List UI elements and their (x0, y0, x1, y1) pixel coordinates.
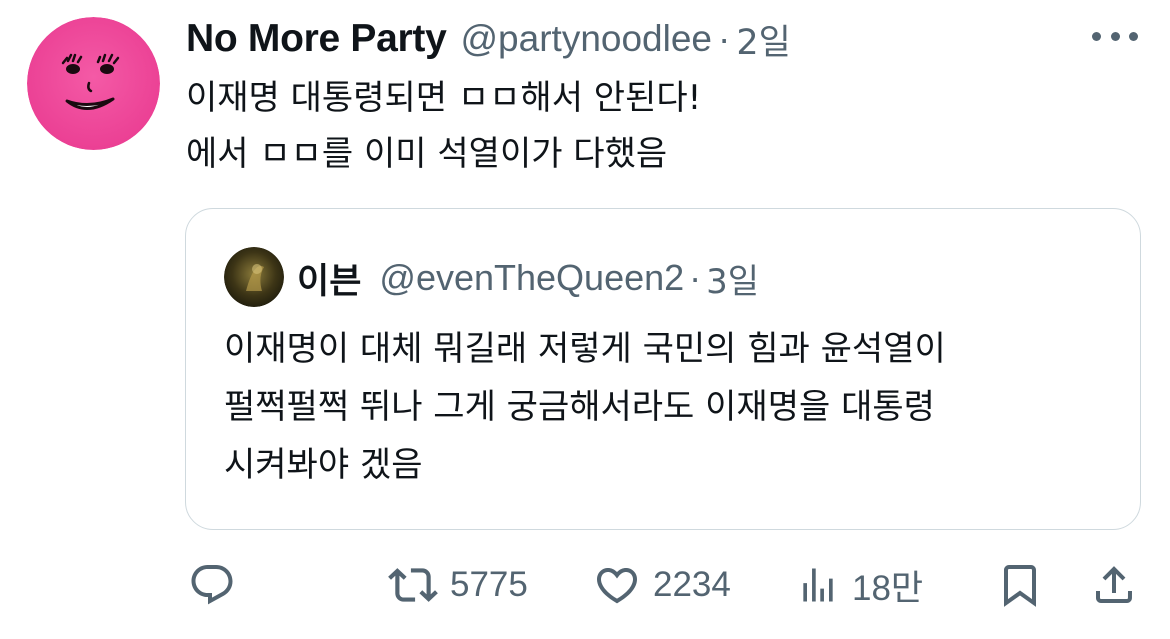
share-button[interactable] (1090, 555, 1138, 615)
author-avatar[interactable] (27, 17, 160, 150)
more-options-button[interactable] (1092, 26, 1138, 46)
more-dot-icon (1092, 31, 1101, 41)
more-dot-icon (1129, 31, 1138, 41)
tweet-timestamp[interactable]: 2일 (736, 14, 790, 65)
more-dot-icon (1110, 31, 1120, 41)
author-display-name[interactable]: No More Party (186, 17, 447, 61)
quoted-tweet-line: 시켜봐야 겠음 (224, 445, 423, 485)
views-count: 18만 (852, 568, 924, 608)
retweet-count: 5775 (450, 565, 528, 604)
quoted-tweet-header: 이븐 @evenTheQueen2 · 3일 (297, 253, 759, 303)
heart-icon (596, 568, 638, 604)
views-chart-icon (803, 568, 833, 602)
bookmark-button[interactable] (996, 555, 1044, 615)
author-handle[interactable]: @partynoodlee (461, 18, 713, 60)
pink-smiley-face-avatar-icon (27, 17, 160, 150)
quoted-tweet-line: 이재명이 대체 뭐길래 저렇게 국민의 힘과 윤석열이 (224, 329, 946, 369)
quoted-author-handle[interactable]: @evenTheQueen2 (379, 257, 684, 299)
reply-button[interactable] (188, 555, 236, 615)
retweet-icon (388, 568, 438, 602)
like-button[interactable]: 2234 (593, 555, 731, 615)
tweet-body: 이재명 대통령되면 ㅁㅁ해서 안된다! 에서 ㅁㅁ를 이미 석열이가 다했음 (186, 70, 1126, 182)
quoted-tweet-timestamp[interactable]: 3일 (706, 254, 759, 303)
quoted-author-avatar[interactable] (224, 247, 284, 307)
reply-icon (191, 565, 233, 605)
share-icon (1096, 566, 1132, 603)
bookmark-icon (1004, 565, 1036, 607)
tweet-action-bar: 5775 2234 18만 (0, 555, 1170, 615)
quoted-author-display-name[interactable]: 이븐 (297, 253, 361, 304)
separator-dot: · (689, 257, 702, 298)
tweet-header: No More Party @partynoodlee · 2일 (186, 14, 791, 64)
dark-gold-avatar-icon (224, 247, 284, 307)
retweet-button[interactable]: 5775 (388, 555, 528, 615)
quoted-tweet-card[interactable]: 이븐 @evenTheQueen2 · 3일 이재명이 대체 뭐길래 저렇게 국… (185, 208, 1141, 530)
quoted-tweet-body: 이재명이 대체 뭐길래 저렇게 국민의 힘과 윤석열이 펄쩍펄쩍 뛰나 그게 궁… (224, 320, 1124, 494)
tweet-line: 이재명 대통령되면 ㅁㅁ해서 안된다! (186, 78, 702, 118)
views-button[interactable]: 18만 (796, 555, 923, 615)
tweet-line: 에서 ㅁㅁ를 이미 석열이가 다했음 (186, 134, 668, 174)
separator-dot: · (718, 18, 731, 59)
quoted-tweet-line: 펄쩍펄쩍 뛰나 그게 궁금해서라도 이재명을 대통령 (224, 387, 935, 427)
like-count: 2234 (653, 565, 731, 604)
